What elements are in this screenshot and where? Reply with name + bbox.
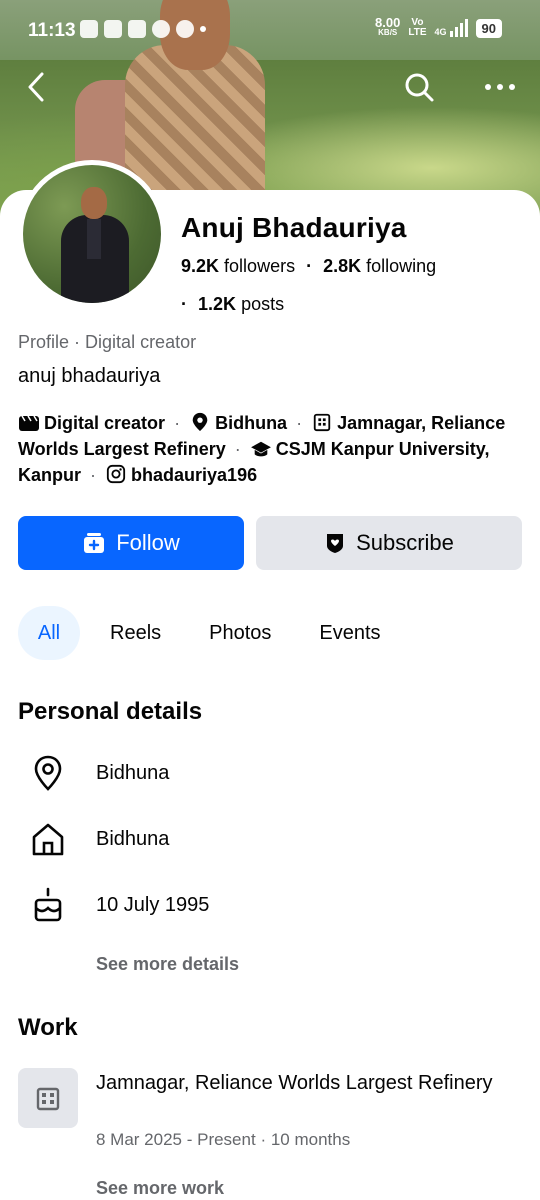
profile-category-prefix: Profile: [18, 332, 70, 352]
status-bar: 11:13 8.00 KB/S Vo LTE 4G 90: [0, 0, 540, 60]
work-meta: 8 Mar 2025 - Present · 10 months: [96, 1130, 350, 1150]
building-icon: [313, 413, 331, 432]
app-notification-icon: [104, 20, 122, 38]
volte-bottom: LTE: [408, 27, 427, 38]
signal-bars-icon: [449, 19, 468, 37]
profile-tabs: All Reels Photos Events: [18, 606, 411, 660]
separator-dot: ·: [90, 465, 97, 485]
work-dates: 8 Mar 2025 - Present: [96, 1130, 256, 1149]
avatar-shirt: [87, 219, 101, 259]
intro-location-text: Bidhuna: [215, 413, 288, 433]
hometown-row: Bidhuna: [28, 816, 508, 862]
avatar-photo: [23, 165, 161, 303]
search-icon[interactable]: [402, 70, 436, 104]
avatar[interactable]: [18, 160, 166, 308]
profile-category: Profile · Digital creator: [18, 332, 196, 353]
separator-dot: ·: [296, 413, 303, 433]
network-type: 4G: [434, 27, 447, 37]
home-icon: [28, 819, 68, 859]
posts-label: posts: [241, 294, 285, 314]
work-position: Jamnagar, Reliance Worlds Largest Refine…: [96, 1072, 493, 1094]
profile-category-value: Digital creator: [85, 332, 197, 352]
clapperboard-icon: [19, 415, 39, 431]
tab-all[interactable]: All: [18, 606, 80, 660]
work-building-icon: [18, 1068, 78, 1128]
location-pin-icon: [192, 412, 208, 432]
current-city-row: Bidhuna: [28, 750, 508, 796]
more-notifications-dot: [200, 26, 206, 32]
tab-photos[interactable]: Photos: [191, 606, 289, 660]
follow-button[interactable]: Follow: [18, 516, 244, 570]
profile-bio: anuj bhadauriya: [18, 365, 161, 387]
subscribe-shield-icon: [327, 534, 344, 553]
follow-label: Follow: [116, 530, 180, 555]
subscribe-label: Subscribe: [356, 530, 454, 555]
posts-stats: · 1.2K posts: [181, 294, 284, 315]
separator-dot: ·: [181, 294, 187, 314]
work-duration: 10 months: [270, 1130, 351, 1149]
subscribe-button[interactable]: Subscribe: [256, 516, 522, 570]
graduation-cap-icon: [250, 441, 271, 457]
app-notification-icon: [80, 20, 98, 38]
current-city-text: Bidhuna: [96, 761, 170, 784]
separator-dot: ·: [174, 413, 181, 433]
intro-details: Digital creator · Bidhuna · Jamnagar, Re…: [18, 410, 523, 488]
separator-dot: ·: [74, 332, 86, 352]
hometown-text: Bidhuna: [96, 827, 170, 850]
location-pin-icon: [28, 753, 68, 793]
status-time: 11:13: [28, 20, 76, 41]
birthday-text: 10 July 1995: [96, 893, 210, 916]
intro-location: Bidhuna: [189, 412, 292, 433]
followers-label[interactable]: followers: [224, 256, 295, 276]
chrome-icon: [176, 20, 194, 38]
network-speed: 8.00 KB/S: [375, 15, 401, 38]
instagram-icon: [106, 464, 126, 484]
more-options-icon[interactable]: [480, 72, 520, 102]
following-count[interactable]: 2.8K: [323, 256, 361, 276]
tab-events[interactable]: Events: [301, 606, 398, 660]
tab-reels[interactable]: Reels: [92, 606, 179, 660]
volte-indicator: Vo LTE: [408, 18, 426, 38]
notification-icons: [80, 20, 206, 38]
network-speed-unit: KB/S: [378, 28, 398, 37]
avatar-head: [81, 187, 107, 219]
birthday-cake-icon: [28, 885, 68, 925]
birthday-row: 10 July 1995: [28, 882, 508, 928]
work-title: Work: [18, 1014, 78, 1041]
battery-icon: 90: [475, 18, 502, 38]
intro-category: Digital creator: [18, 413, 170, 433]
separator-dot: ·: [306, 256, 313, 276]
youtube-icon: [128, 20, 146, 38]
see-more-work-link[interactable]: See more work: [96, 1178, 224, 1199]
intro-category-text: Digital creator: [44, 413, 166, 433]
network-speed-value: 8.00: [375, 15, 401, 30]
signal-indicator: 4G: [435, 19, 468, 37]
followers-count[interactable]: 9.2K: [181, 256, 219, 276]
intro-instagram[interactable]: bhadauriya196: [105, 464, 257, 485]
following-label[interactable]: following: [366, 256, 436, 276]
intro-instagram-text[interactable]: bhadauriya196: [131, 465, 257, 485]
system-icons: 8.00 KB/S Vo LTE 4G 90: [375, 15, 502, 38]
back-icon[interactable]: [22, 70, 52, 104]
separator-dot: ·: [234, 439, 241, 459]
profile-name: Anuj Bhadauriya: [181, 212, 407, 243]
see-more-details-link[interactable]: See more details: [96, 954, 239, 975]
posts-count: 1.2K: [198, 294, 237, 314]
personal-details-title: Personal details: [18, 698, 203, 725]
follow-icon: [84, 533, 105, 553]
follow-stats: 9.2K followers · 2.8K following: [181, 256, 436, 277]
separator-dot: ·: [260, 1130, 271, 1149]
facebook-icon: [152, 20, 170, 38]
